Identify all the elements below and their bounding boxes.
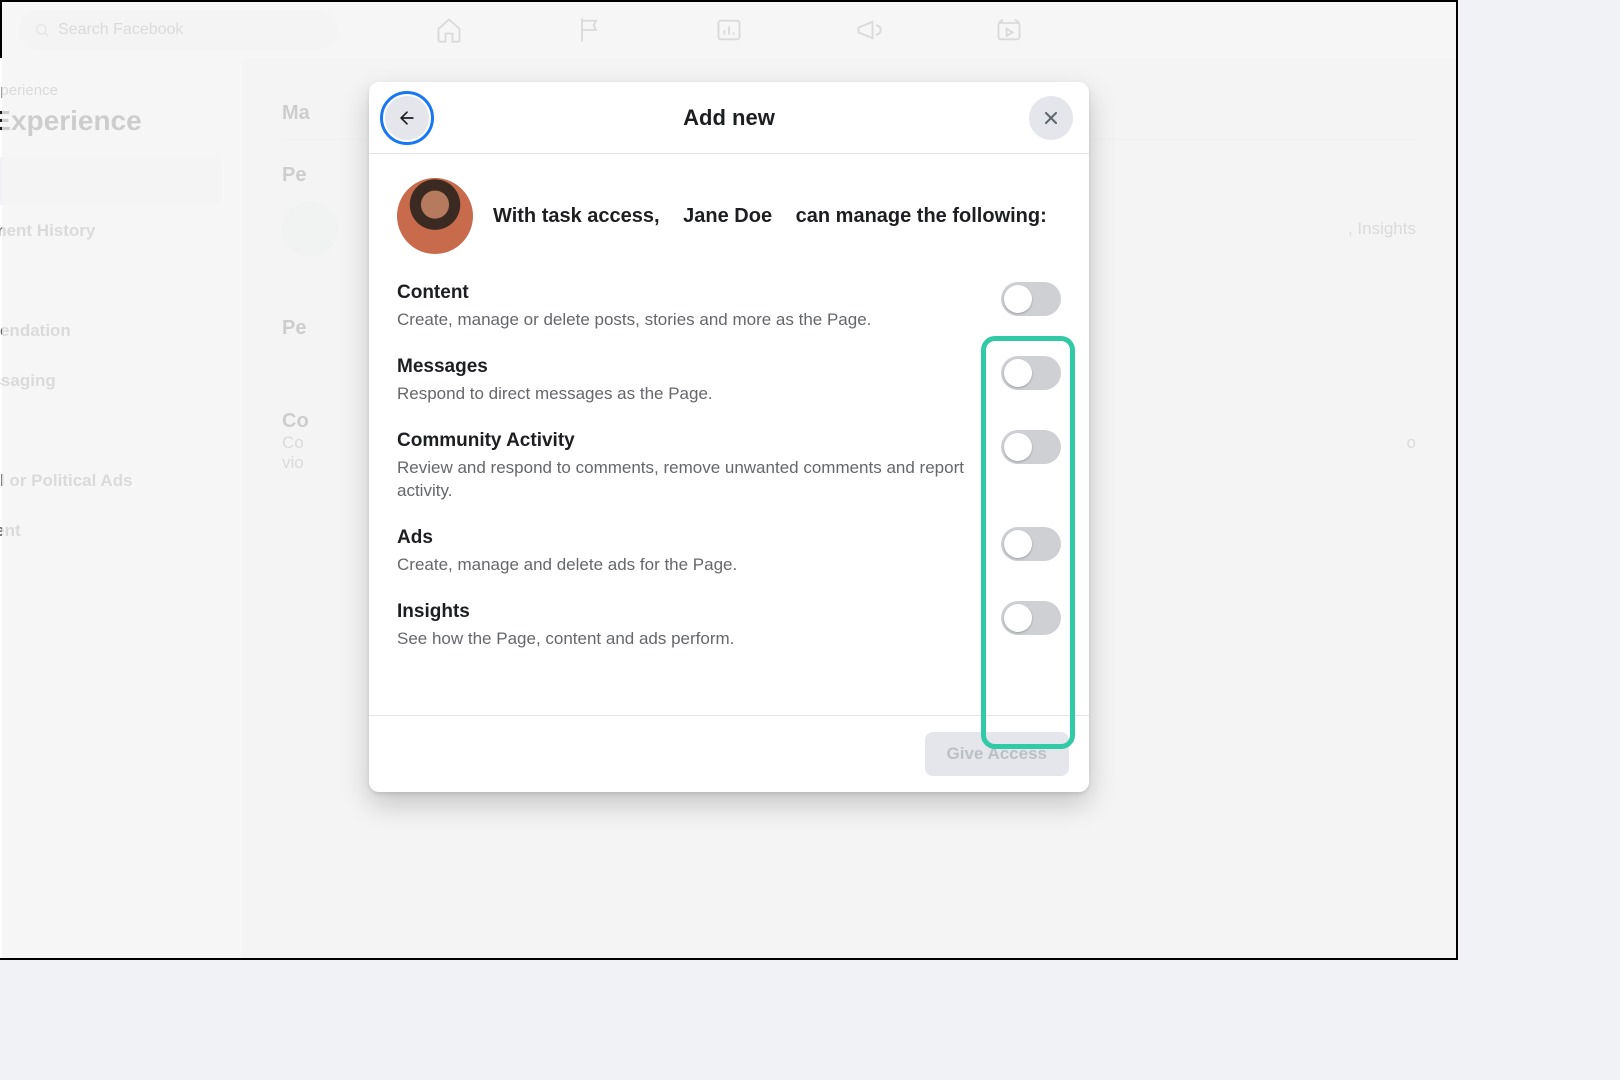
person-avatar [397,178,473,254]
permission-title: Community Activity [397,430,977,452]
top-nav: Search Facebook [2,2,1456,58]
bg-text: o [1407,433,1416,473]
permission-title: Insights [397,601,734,623]
permission-desc: See how the Page, content and ads perfor… [397,627,734,651]
permission-desc: Create, manage and delete ads for the Pa… [397,553,737,577]
permission-title: Messages [397,356,713,378]
person-row: With task access, Jane Doe can manage th… [397,178,1061,254]
modal-title: Add new [683,105,775,131]
video-icon[interactable] [989,10,1029,50]
chart-icon[interactable] [709,10,749,50]
close-button[interactable] [1029,96,1073,140]
sidebar-item[interactable]: nded content [0,507,222,555]
search-input[interactable]: Search Facebook [18,10,338,50]
permission-desc: Create, manage or delete posts, stories … [397,308,871,332]
sidebar-item[interactable]: e, Electoral or Political Ads [0,457,222,505]
modal-body: With task access, Jane Doe can manage th… [369,154,1089,715]
permission-messages: Messages Respond to direct messages as t… [397,356,1061,406]
give-access-button[interactable]: Give Access [925,732,1070,776]
top-nav-tabs [429,10,1029,50]
search-icon [34,22,50,38]
permission-title: Content [397,282,871,304]
sidebar-item[interactable]: e quality [0,257,222,305]
add-new-modal: Add new With task access, Jane Doe can m… [369,82,1089,792]
bg-text: vio [282,453,304,473]
bg-text: Co [282,433,304,453]
sidebar-item[interactable]: e Recommendation [0,307,222,355]
permission-insights: Insights See how the Page, content and a… [397,601,1061,651]
breadcrumb: New Pages Experience [0,82,222,99]
sidebar-item[interactable]: anced Messaging [0,357,222,405]
permission-community: Community Activity Review and respond to… [397,430,1061,504]
person-name: Jane Doe [683,203,772,230]
toggle-insights[interactable] [1001,601,1061,635]
arrow-left-icon [397,108,417,128]
sidebar-item[interactable]: a sharing [0,407,222,455]
bg-text: , Insights [1348,219,1416,239]
sidebar-item[interactable]: e access [0,157,222,205]
sidebar-item[interactable]: e Management History [0,207,222,255]
page-title: Pages Experience [0,105,222,137]
intro-suffix: can manage the following: [796,205,1047,227]
modal-footer: Give Access [369,715,1089,792]
permission-ads: Ads Create, manage and delete ads for th… [397,527,1061,577]
toggle-community[interactable] [1001,430,1061,464]
toggle-messages[interactable] [1001,356,1061,390]
permission-content: Content Create, manage or delete posts, … [397,282,1061,332]
megaphone-icon[interactable] [849,10,889,50]
toggle-content[interactable] [1001,282,1061,316]
search-placeholder: Search Facebook [58,21,183,39]
permission-title: Ads [397,527,737,549]
person-intro: With task access, Jane Doe can manage th… [493,203,1047,230]
permission-desc: Review and respond to comments, remove u… [397,456,977,504]
sidebar: New Pages Experience Pages Experience e … [0,58,242,958]
permission-desc: Respond to direct messages as the Page. [397,382,713,406]
permissions-list: Content Create, manage or delete posts, … [397,282,1061,651]
avatar [282,201,338,257]
flag-icon[interactable] [569,10,609,50]
back-button[interactable] [385,96,429,140]
close-icon [1041,108,1061,128]
toggle-ads[interactable] [1001,527,1061,561]
home-icon[interactable] [429,10,469,50]
intro-prefix: With task access, [493,205,660,227]
modal-header: Add new [369,82,1089,154]
